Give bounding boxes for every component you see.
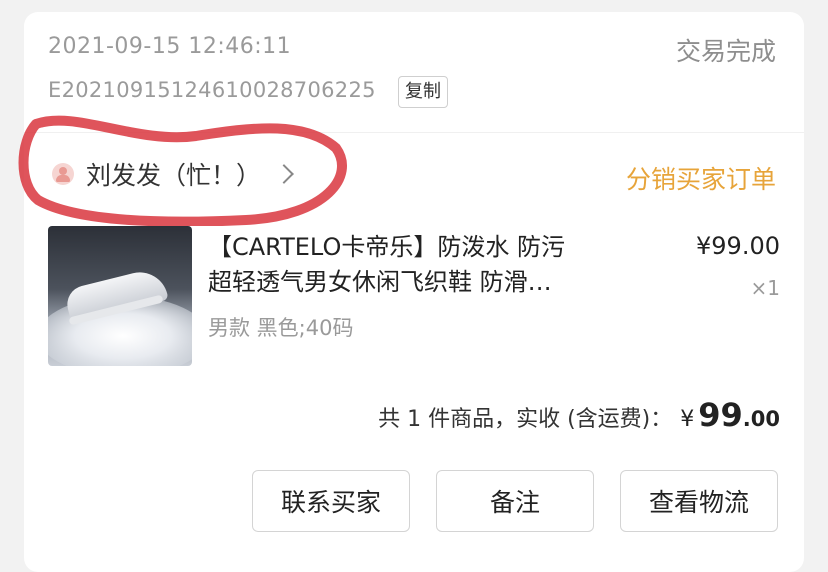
product-title[interactable]: 【CARTELO卡帝乐】防泼水 防污 超轻透气男女休闲飞织鞋 防滑…	[208, 230, 648, 300]
chevron-right-icon	[274, 164, 294, 184]
summary-currency: ¥	[680, 407, 695, 432]
summary-amount-dec: .00	[742, 407, 780, 431]
product-title-line1: 【CARTELO卡帝乐】防泼水 防污	[208, 233, 565, 261]
divider	[24, 132, 804, 133]
summary-amount-int: 99	[698, 396, 743, 434]
product-spec: 男款 黑色;40码	[208, 316, 354, 340]
order-datetime: 2021-09-15 12:46:11	[48, 34, 292, 59]
order-card: 2021-09-15 12:46:11 交易完成 E20210915124610…	[18, 12, 804, 572]
buyer-name: 刘发发（忙！）	[86, 161, 262, 190]
buyer-link[interactable]: 刘发发（忙！）	[52, 156, 294, 192]
note-button[interactable]: 备注	[436, 470, 594, 532]
order-number: E20210915124610028706225	[48, 78, 376, 102]
copy-button[interactable]: 复制	[398, 76, 448, 108]
distribution-order-tag: 分销买家订单	[625, 165, 776, 194]
order-summary: 共 1 件商品，实收 (含运费)： ¥ 99 .00	[378, 396, 780, 434]
product-price: ¥99.00	[696, 232, 780, 260]
contact-buyer-button[interactable]: 联系买家	[252, 470, 410, 532]
user-icon	[52, 163, 74, 185]
product-title-line2: 超轻透气男女休闲飞织鞋 防滑…	[208, 268, 552, 296]
summary-text: 共 1 件商品，实收 (含运费)：	[378, 407, 673, 432]
product-quantity: ×1	[750, 276, 780, 300]
view-logistics-button[interactable]: 查看物流	[620, 470, 778, 532]
order-status: 交易完成	[675, 37, 776, 66]
product-thumbnail[interactable]	[48, 226, 192, 366]
